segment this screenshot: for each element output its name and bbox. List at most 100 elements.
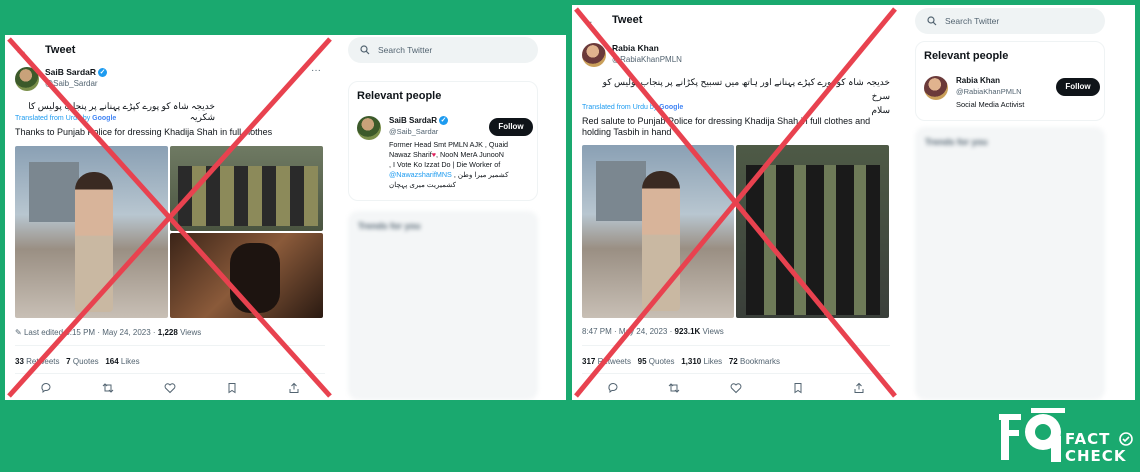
bio-line: , کشمیر میرا وطن xyxy=(451,170,509,179)
share-icon[interactable] xyxy=(853,382,865,394)
like-icon[interactable] xyxy=(730,382,742,394)
search-input[interactable]: Search Twitter xyxy=(915,8,1105,34)
divider xyxy=(582,345,890,346)
left-sidebar-panel: Search Twitter Relevant people SaiB Sard… xyxy=(334,35,566,400)
relevant-people-title: Relevant people xyxy=(924,50,1009,62)
trends-title: Trends for you xyxy=(925,137,988,147)
person-figure xyxy=(642,171,680,311)
person-name[interactable]: Rabia Khan xyxy=(956,76,1000,85)
tweet-image-1[interactable] xyxy=(15,146,168,318)
translated-from-label: Translated from Urdu by xyxy=(15,115,91,122)
share-icon[interactable] xyxy=(288,382,300,394)
retweets-count[interactable]: 317 xyxy=(582,357,595,366)
views-label: Views xyxy=(702,327,724,336)
follow-button[interactable]: Follow xyxy=(489,118,533,136)
timestamp[interactable]: Last edited 5:15 PM · May 24, 2023 · xyxy=(24,328,158,337)
verified-badge-icon: ✓ xyxy=(98,68,108,78)
urdu-text-line: خدیجہ شاہ کو پورے کپڑے پہنانے اور ہاتھ م… xyxy=(602,77,890,101)
avatar[interactable] xyxy=(15,67,39,91)
quotes-label: Quotes xyxy=(648,357,675,366)
engagement-stats: 317 Retweets 95 Quotes 1,310 Likes 72 Bo… xyxy=(582,357,780,366)
bio-line: , NooN MerA JunooN xyxy=(436,150,504,159)
person-handle[interactable]: @Saib_Sardar xyxy=(389,127,438,136)
tweet-text: Red salute to Punjab Police for dressing… xyxy=(582,116,870,138)
crowd-figures xyxy=(178,166,318,226)
right-tweet-panel: ← Tweet Rabia Khan @RabiaKhanPMLN خدیجہ … xyxy=(572,5,899,400)
tweet-image-1[interactable] xyxy=(582,145,734,318)
left-tweet-panel: ← Tweet SaiB SardaR ✓ @Saib_Sardar ··· خد… xyxy=(5,35,334,400)
crowd-figures xyxy=(746,165,880,315)
search-icon xyxy=(360,45,370,55)
tweet-meta: ✎ Last edited 5:15 PM · May 24, 2023 · 1… xyxy=(15,328,201,337)
divider xyxy=(15,345,325,346)
quotes-count[interactable]: 95 xyxy=(638,357,647,366)
translation-label[interactable]: Translated from Urdu by Google xyxy=(582,104,683,111)
views-count: 1,228 xyxy=(157,328,178,337)
tweet-image-3[interactable] xyxy=(170,233,323,318)
bio-line: Former Head Smt PMLN AJK , Quaid xyxy=(389,140,509,149)
brand-mark-icon xyxy=(999,408,1065,462)
trends-title: Trends for you xyxy=(358,221,421,231)
bio-line: Nawaz Sharif xyxy=(389,150,432,159)
likes-label: Likes xyxy=(120,357,140,366)
building-shape xyxy=(29,162,79,222)
tweet-meta: 8:47 PM · May 24, 2023 · 923.1K Views xyxy=(582,327,724,336)
search-placeholder: Search Twitter xyxy=(378,45,433,55)
checkmark-icon xyxy=(1119,432,1133,446)
bookmark-icon[interactable] xyxy=(792,382,804,394)
tweet-text-line: holding Tasbih in hand xyxy=(582,127,672,137)
author-name[interactable]: SaiB SardaR ✓ xyxy=(45,67,108,78)
timestamp[interactable]: 8:47 PM · May 24, 2023 · xyxy=(582,327,675,336)
divider xyxy=(15,373,325,374)
like-icon[interactable] xyxy=(164,382,176,394)
quotes-count[interactable]: 7 xyxy=(66,357,70,366)
avatar[interactable] xyxy=(924,76,948,100)
person-handle[interactable]: @RabiaKhanPMLN xyxy=(956,87,1022,96)
page-title: Tweet xyxy=(612,14,643,26)
tweet-image-2[interactable] xyxy=(736,145,889,318)
search-input[interactable]: Search Twitter xyxy=(348,37,538,63)
retweets-label: Retweets xyxy=(597,357,631,366)
more-options-icon[interactable]: ··· xyxy=(311,65,321,76)
likes-count[interactable]: 164 xyxy=(105,357,118,366)
author-handle[interactable]: @Saib_Sardar xyxy=(45,79,98,88)
author-name-text: SaiB SardaR xyxy=(45,67,97,77)
bio-mention-link[interactable]: @NawazsharifMNS xyxy=(389,170,452,179)
likes-count[interactable]: 1,310 xyxy=(681,357,701,366)
retweets-label: Retweets xyxy=(26,357,60,366)
bookmarks-count[interactable]: 72 xyxy=(729,357,738,366)
google-logo-icon: Google xyxy=(92,115,117,122)
retweets-count[interactable]: 33 xyxy=(15,357,24,366)
page-title: Tweet xyxy=(45,44,76,56)
reply-icon[interactable] xyxy=(607,382,619,394)
tweet-actions xyxy=(15,382,325,394)
avatar[interactable] xyxy=(357,116,381,140)
author-name[interactable]: Rabia Khan xyxy=(612,43,659,53)
likes-label: Likes xyxy=(703,357,723,366)
bookmarks-label: Bookmarks xyxy=(740,357,781,366)
author-handle[interactable]: @RabiaKhanPMLN xyxy=(612,55,682,64)
translation-label[interactable]: Translated from Urdu by Google xyxy=(15,115,116,122)
follow-button[interactable]: Follow xyxy=(1056,78,1100,96)
google-logo-icon: Google xyxy=(659,104,684,111)
back-arrow-icon[interactable]: ← xyxy=(582,13,594,27)
back-arrow-icon[interactable]: ← xyxy=(15,43,27,57)
trends-section: Trends for you xyxy=(915,127,1105,400)
fact-check-logo: FACT CHECK xyxy=(995,406,1135,466)
right-sidebar-panel: Search Twitter Relevant people Rabia Kha… xyxy=(899,5,1135,400)
person-name-text: SaiB SardaR xyxy=(389,116,438,125)
tweet-image-2[interactable] xyxy=(170,146,323,231)
quotes-label: Quotes xyxy=(72,357,99,366)
bio-line: کشمیریت میری پہچان xyxy=(389,180,457,189)
retweet-icon[interactable] xyxy=(668,382,680,394)
person-figure xyxy=(230,243,280,313)
retweet-icon[interactable] xyxy=(102,382,114,394)
person-bio: Social Media Activist xyxy=(956,100,1025,109)
search-placeholder: Search Twitter xyxy=(945,16,1000,26)
avatar[interactable] xyxy=(582,43,606,67)
person-name[interactable]: SaiB SardaR ✓ xyxy=(389,116,449,126)
relevant-people-card: Relevant people SaiB SardaR ✓ @Saib_Sarda… xyxy=(348,81,538,201)
bio-line: , I Vote Ko Izzat Do | Die Worker of xyxy=(389,160,501,169)
reply-icon[interactable] xyxy=(40,382,52,394)
bookmark-icon[interactable] xyxy=(226,382,238,394)
